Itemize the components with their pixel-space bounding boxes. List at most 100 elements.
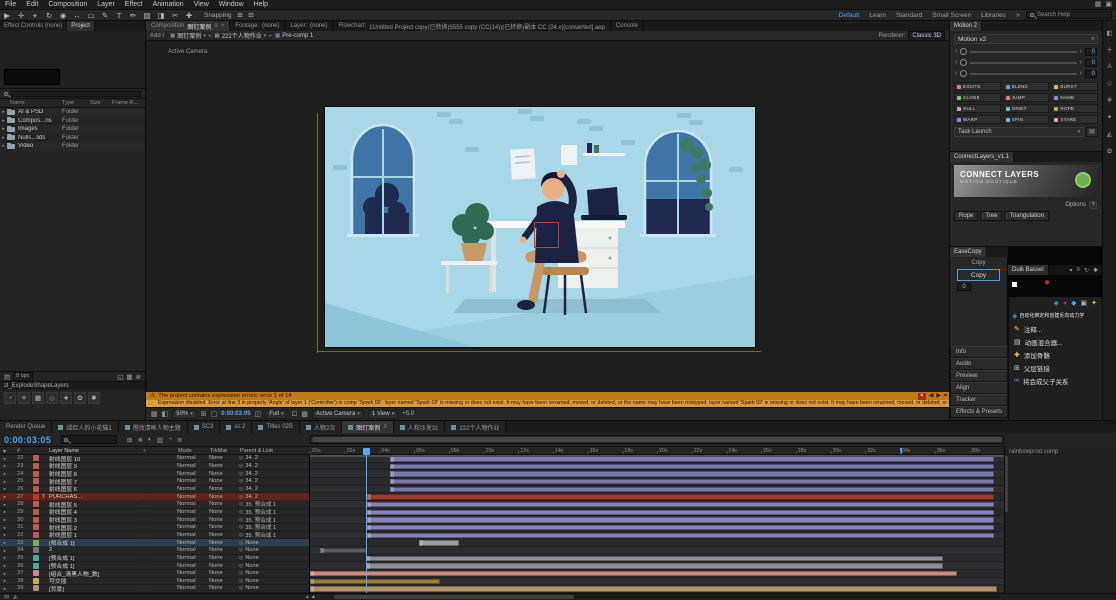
connect-tree-button[interactable]: Tree (980, 211, 1003, 221)
timeline-track[interactable] (310, 585, 1004, 593)
motion-button-spin[interactable]: SPIN (1002, 115, 1050, 124)
grid-guides-icon[interactable]: ⊞ (201, 410, 207, 418)
motion-button-jump[interactable]: JUMP (1002, 93, 1050, 102)
project-item[interactable]: ▸ Images Folder (0, 125, 145, 134)
trkmat-select[interactable]: None (209, 578, 239, 584)
visibility-icon[interactable]: ● (0, 456, 9, 461)
3d-view-select[interactable]: Active Camera ▾ (311, 409, 364, 419)
workspace-switch-icon[interactable]: ▦ (1095, 0, 1102, 10)
frame-blending-icon[interactable]: ▥ (157, 436, 163, 444)
duik-tool-3[interactable]: ⊞ 父层链接 (1009, 361, 1102, 374)
motion-blur-icon[interactable]: ◔ (168, 436, 172, 444)
layer-switches[interactable]: ∙∙ (139, 540, 177, 546)
script-panel-tab[interactable]: zl_ExplodeShapeLayers (0, 381, 145, 390)
menu-layer[interactable]: Layer (92, 0, 120, 10)
bottom-tab-9[interactable]: 222个人物作业 (445, 421, 507, 433)
bottom-tab-1[interactable]: 绿巨人的小花猫1 (52, 421, 119, 433)
mode-column-header[interactable]: Mode (178, 448, 210, 454)
effects-icon[interactable]: ❖ (1107, 96, 1113, 104)
parent-link-select[interactable]: ◎ None (239, 570, 309, 576)
label-color-chip[interactable] (33, 554, 39, 561)
viewer-tab-flowchart[interactable]: Flowchart: 1Untitled Project copy(已转换)555… (333, 21, 611, 31)
banner-next-icon[interactable]: ▶ (936, 392, 941, 400)
pickwhip-icon[interactable]: ◎ (239, 478, 243, 484)
interpret-footage-icon[interactable]: ▤ (4, 374, 10, 381)
hide-shy-icon[interactable]: ◐ (148, 436, 152, 444)
clone-stamp-tool[interactable]: ▧ (140, 10, 154, 21)
panel-menu-icon[interactable]: ≡ (383, 424, 387, 430)
blend-mode-select[interactable]: Normal (177, 578, 209, 584)
motion-button-name[interactable]: NAME (1051, 93, 1098, 102)
project-search-input[interactable] (11, 90, 141, 97)
pickwhip-icon[interactable]: ◎ (239, 494, 243, 500)
menu-window[interactable]: Window (214, 0, 249, 10)
twirl-icon[interactable]: ▸ (0, 118, 7, 124)
panel-tab-align[interactable]: Align (950, 382, 1008, 394)
timeline-track[interactable] (310, 539, 1004, 547)
panel-tab-tracker[interactable]: Tracker (950, 394, 1008, 406)
menu-help[interactable]: Help (249, 0, 273, 10)
blend-mode-select[interactable]: Normal (177, 471, 209, 477)
motion-parameter-0[interactable]: ‹ › 0 (950, 46, 1102, 57)
audio-panel-icon[interactable]: ◭ (1107, 130, 1112, 138)
layer-bar[interactable] (367, 524, 994, 531)
layer-row[interactable]: ● 35 [预合成 1] ∙∙ Normal None ◎ None (0, 554, 309, 562)
layer-row[interactable]: ● 38 可交插 ∙∙ Normal None ◎ None (0, 577, 309, 585)
layer-switches[interactable]: ∙∙ (139, 585, 177, 591)
timeline-track[interactable] (310, 523, 1004, 532)
project-column-frame-r[interactable]: Frame R... (112, 100, 145, 106)
maximize-icon[interactable]: ▣ (1105, 0, 1112, 10)
blend-mode-select[interactable]: Normal (177, 494, 209, 500)
project-item[interactable]: ▸ Compos...ns Folder (0, 117, 145, 126)
motion-button-clone[interactable]: CLONE (954, 93, 1001, 102)
timeline-track[interactable] (310, 485, 1004, 494)
parent-link-select[interactable]: ◎ None (239, 555, 309, 561)
options-label[interactable]: Options (1065, 202, 1086, 208)
parent-link-select[interactable]: ◎ None (239, 547, 309, 553)
duik-tool-0[interactable]: ✎ 注释... (1009, 322, 1102, 335)
layer-switches[interactable]: ∙∙ (139, 570, 177, 576)
twirl-icon[interactable]: ▸ (0, 126, 7, 132)
grid-icon[interactable]: ▦ (32, 392, 44, 404)
rectangle-tool[interactable]: ▭ (84, 10, 98, 21)
ease-copy-button[interactable]: Copy (957, 269, 1000, 281)
pickwhip-icon[interactable]: ◎ (239, 486, 243, 492)
workspace-small-screen[interactable]: Small Screen (932, 12, 971, 19)
project-color-depth[interactable]: 8 bpc (13, 372, 33, 381)
pickwhip-icon[interactable]: ◎ (239, 563, 243, 569)
scrollbar-thumb[interactable] (334, 595, 574, 599)
blend-mode-select[interactable]: Normal (177, 540, 209, 546)
parent-link-select[interactable]: ◎ None (239, 563, 309, 569)
time-ruler[interactable]: 00s 02s 04s 06s 08s 10s 12s 14s 16s 18s 20s 22s 24s 2… (310, 446, 1004, 455)
layer-bar[interactable] (389, 486, 994, 493)
motion-parameter-1[interactable]: ‹ › 0 (950, 57, 1102, 68)
menu-edit[interactable]: Edit (21, 0, 43, 10)
duik-tab[interactable]: Duik Bassel (1008, 265, 1049, 275)
layer-switches[interactable]: ∙∙ (139, 524, 177, 530)
trkmat-select[interactable]: None (209, 478, 239, 484)
timeline-track[interactable] (310, 462, 1004, 471)
viewer-tab-footage[interactable]: Footage: (none) (230, 21, 286, 31)
viewer-tab-layer[interactable]: Layer: (none) (285, 21, 334, 31)
duik-tool-1[interactable]: ▤ 动画混合器... (1009, 335, 1102, 348)
parent-link-select[interactable]: ◎ 34. 2 (239, 463, 309, 469)
timeline-track[interactable] (310, 477, 1004, 486)
trkmat-select[interactable]: None (209, 547, 239, 553)
new-composition-icon[interactable]: ▦ (126, 373, 132, 381)
layer-bar[interactable] (310, 578, 441, 584)
mask-icon[interactable]: ◇ (1107, 79, 1112, 87)
ease-copy-tab[interactable]: EaseCopy (950, 247, 987, 257)
draft-3d-icon[interactable]: ❄ (137, 436, 142, 444)
trkmat-select[interactable]: None (209, 570, 239, 576)
duik-highlight-tool[interactable]: ◈ 自动化绑定和创建反向动力学 (1009, 309, 1102, 322)
timeline-track[interactable] (310, 562, 1004, 570)
parameter-value[interactable]: 0 (1085, 69, 1097, 78)
workspace-overflow-icon[interactable]: » (1016, 12, 1020, 19)
pickwhip-icon[interactable]: ◎ (239, 540, 243, 546)
motion-version-select[interactable]: Motion v2 ▾ (954, 34, 1098, 44)
label-color-chip[interactable] (33, 547, 39, 554)
project-search-row[interactable] (0, 89, 145, 99)
label-color-chip[interactable] (33, 493, 39, 500)
panel-tab-audio[interactable]: Audio (950, 358, 1008, 370)
magnification-select[interactable]: 50% ▾ (172, 409, 197, 419)
